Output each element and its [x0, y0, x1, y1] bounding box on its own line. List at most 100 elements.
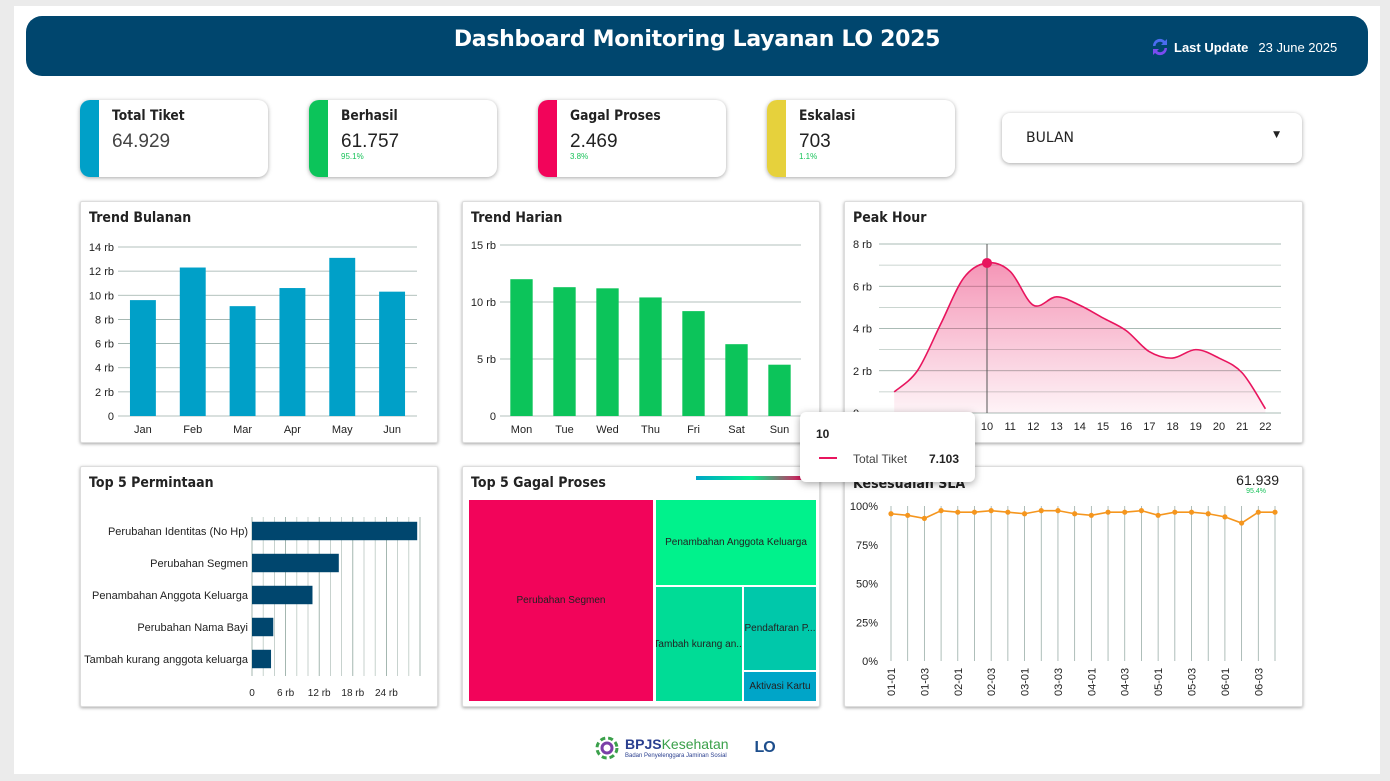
x-tick-label: Jan: [134, 424, 152, 436]
kpi-value: 61.757: [341, 131, 400, 152]
x-tick-label: Mon: [511, 424, 532, 436]
y-tick-label: 50%: [856, 579, 878, 591]
kpi-color-bar: [80, 100, 99, 177]
treemap-cell[interactable]: Aktivasi Kartu: [743, 671, 817, 702]
data-point: [1172, 509, 1178, 515]
treemap-cell[interactable]: Penambahan Anggota Keluarga: [655, 499, 817, 586]
data-point: [1005, 509, 1011, 515]
kpi-label: Gagal Proses: [570, 108, 661, 124]
kpi-value: 703: [799, 131, 831, 152]
y-tick-label: 25%: [856, 617, 878, 629]
data-point: [1021, 511, 1028, 517]
y-tick-label: 15 rb: [471, 240, 496, 252]
x-tick-label: 03-01: [1020, 668, 1032, 696]
data-point: [1038, 508, 1044, 514]
hover-point: [982, 257, 992, 268]
y-tick-label: 8 rb: [95, 314, 114, 326]
kpi-label: Total Tiket: [112, 108, 185, 124]
bar: [682, 311, 705, 416]
treemap-cell[interactable]: Perubahan Segmen: [468, 499, 654, 702]
kpi-value: 2.469: [570, 131, 618, 152]
tooltip-series-swatch: [819, 457, 837, 459]
lo-logo: LO: [754, 739, 776, 756]
trend-harian-chart: 0 5 rb 10 rb 15 rb Mon Tue Wed Thu Fri Sat Sun: [471, 240, 801, 436]
tooltip-series-name: Total Tiket: [853, 452, 908, 466]
y-tick-label: 8 rb: [853, 239, 872, 251]
x-tick-label: 01-01: [886, 668, 898, 696]
y-tick-label: 10 rb: [89, 290, 114, 302]
x-tick-label: 16: [1120, 421, 1132, 433]
bar: [252, 553, 339, 573]
bar: [179, 267, 206, 416]
card-top5-gagal: Top 5 Gagal Proses Perubahan Segmen Pena…: [462, 466, 820, 707]
trend-bulanan-chart: 0 2 rb 4 rb 6 rb 8 rb 10 rb 12 rb 14 rb Jan Feb Ma…: [89, 242, 417, 436]
chart-tooltip: 10 Total Tiket 7.103: [800, 412, 975, 482]
bar: [510, 279, 533, 416]
x-tick-label: Wed: [596, 424, 618, 436]
y-tick-label: Perubahan Identitas (No Hp): [108, 526, 248, 538]
last-update-label: Last Update: [1174, 39, 1249, 55]
y-tick-label: 75%: [856, 540, 878, 552]
last-update-date: 23 June 2025: [1258, 39, 1338, 55]
y-tick-label: 4 rb: [95, 363, 114, 375]
tooltip-value: 7.103: [929, 452, 960, 466]
x-tick-label: 01-03: [919, 668, 931, 696]
bar: [553, 287, 576, 416]
kpi-color-bar: [309, 100, 328, 177]
data-point: [971, 509, 978, 515]
data-point: [955, 509, 961, 515]
x-tick-label: 14: [1074, 421, 1086, 433]
refresh-icon[interactable]: [1150, 36, 1170, 58]
data-point: [1155, 512, 1161, 518]
y-tick-label: 100%: [850, 501, 878, 513]
bar: [639, 297, 662, 416]
bpjs-logo-icon: [595, 736, 619, 760]
bpjs-brand2: Kesehatan: [661, 736, 729, 752]
data-point: [1222, 514, 1228, 520]
bar: [252, 585, 313, 605]
bar: [252, 649, 272, 669]
peak-hour-chart[interactable]: 02 rb4 rb6 rb8 rb10111213141516171819202…: [845, 202, 1302, 442]
kpi-value: 64.929: [112, 131, 171, 152]
data-point: [1138, 508, 1145, 514]
x-tick-label: 18 rb: [341, 688, 364, 699]
y-tick-label: 5 rb: [477, 354, 496, 366]
x-tick-label: 06-01: [1220, 668, 1232, 696]
x-tick-label: 02-03: [986, 668, 998, 696]
period-dropdown[interactable]: BULAN ▼: [1002, 113, 1302, 163]
kpi-label: Berhasil: [341, 108, 398, 124]
x-tick-label: 10: [981, 421, 993, 433]
x-tick-label: 17: [1143, 421, 1155, 433]
x-tick-label: 12 rb: [308, 688, 331, 699]
data-point: [1239, 520, 1245, 526]
x-tick-label: 20: [1213, 421, 1225, 433]
x-tick-label: 06-03: [1253, 668, 1265, 696]
tooltip-header: 10: [816, 427, 830, 441]
card-trend-harian: Trend Harian 05 rb 10 rb 15 rb Mon Tue Wed Thu…: [462, 201, 820, 443]
series-line: [890, 509, 1275, 524]
treemap-cell[interactable]: Pendaftaran P...: [743, 586, 817, 671]
data-point: [1105, 509, 1111, 515]
bar: [596, 288, 619, 416]
x-tick-label: Feb: [183, 424, 202, 436]
kpi-eskalasi: Eskalasi 703 1.1%: [767, 100, 955, 177]
data-point: [921, 515, 927, 521]
treemap-cell[interactable]: Tambah kurang an...: [655, 586, 743, 702]
kpi-percent: 3.8%: [570, 152, 589, 161]
chart-title: Top 5 Gagal Proses: [471, 475, 606, 491]
area-fill: [894, 262, 1266, 413]
x-tick-label: 6 rb: [277, 688, 295, 699]
data-point: [888, 511, 894, 517]
bar: [768, 364, 791, 416]
bar: [379, 291, 406, 416]
period-dropdown-value: BULAN: [1026, 130, 1075, 146]
sla-chart: 0% 25% 50% 75% 100% 01-01 01-03 02-01 02-03 03-01…: [850, 501, 1278, 696]
card-top5-permintaan: Top 5 Permintaan 06 rb 12 rb 18 rb 24 rb Per…: [80, 466, 438, 707]
y-tick-label: 10 rb: [471, 297, 496, 309]
x-tick-label: 19: [1190, 421, 1202, 433]
x-tick-label: 24 rb: [375, 688, 398, 699]
y-tick-label: 4 rb: [853, 324, 872, 336]
x-tick-label: 05-01: [1153, 668, 1165, 696]
x-tick-label: May: [332, 424, 353, 436]
card-peak-hour: Peak Hour 02 rb4 rb6 rb8 rb1011121314151…: [844, 201, 1303, 443]
